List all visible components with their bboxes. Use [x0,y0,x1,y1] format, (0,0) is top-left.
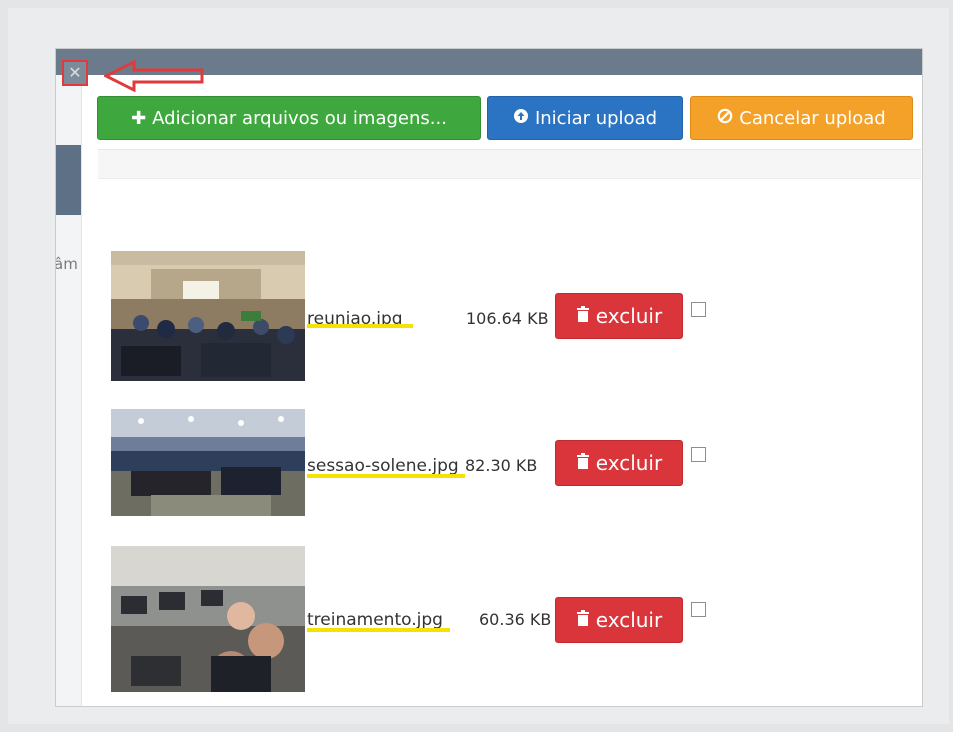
delete-label: excluir [595,608,663,632]
background-text: âm [55,255,78,273]
annotation-arrow-icon [104,60,204,92]
delete-button[interactable]: excluir [555,597,683,643]
delete-button[interactable]: excluir [555,293,683,339]
add-files-label: Adicionar arquivos ou imagens... [152,107,447,129]
meeting-room-photo [111,251,305,381]
file-size: 82.30 KB [465,456,538,475]
select-checkbox[interactable] [691,302,706,317]
start-upload-label: Iniciar upload [534,107,658,129]
start-upload-button[interactable]: Iniciar upload [487,96,683,140]
file-size: 106.64 KB [466,309,549,328]
upload-circle-icon [513,108,529,129]
select-checkbox[interactable] [691,447,706,462]
filename-highlight [307,474,465,478]
training-room-photo [111,546,305,692]
file-name: treinamento.jpg [307,610,443,630]
close-icon: ✕ [68,63,82,82]
plus-icon: ✚ [131,107,147,129]
filename-highlight [307,628,450,632]
file-size: 60.36 KB [479,610,552,629]
add-files-button[interactable]: ✚ Adicionar arquivos ou imagens... [97,96,481,140]
trash-icon [576,304,590,328]
select-checkbox[interactable] [691,602,706,617]
delete-label: excluir [595,304,663,328]
close-dialog-button[interactable]: ✕ [62,60,88,86]
delete-label: excluir [595,451,663,475]
cancel-upload-button[interactable]: Cancelar upload [690,96,913,140]
background-header-block [56,145,81,215]
trash-icon [576,451,590,475]
upload-progress-bar [98,149,921,179]
auditorium-session-photo [111,409,305,516]
delete-button[interactable]: excluir [555,440,683,486]
cancel-upload-label: Cancelar upload [739,107,886,129]
filename-highlight [307,324,413,328]
file-name: sessao-solene.jpg [307,456,459,476]
background-page-strip: âm [56,75,82,706]
ban-icon [717,108,733,129]
trash-icon [576,608,590,632]
